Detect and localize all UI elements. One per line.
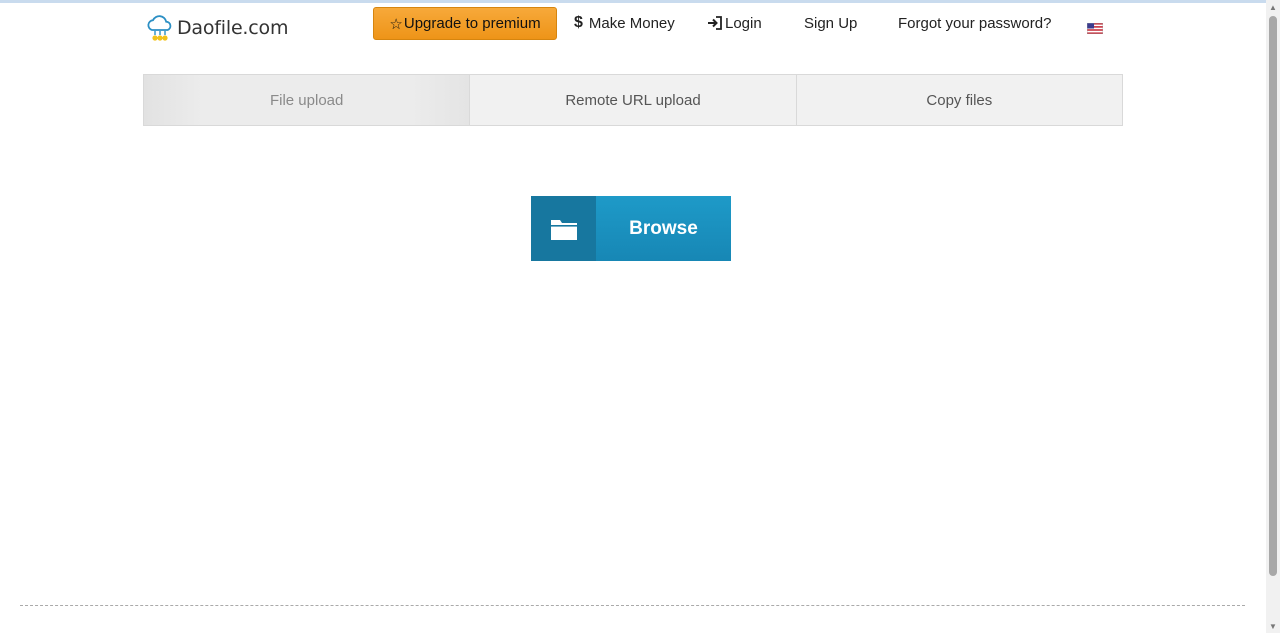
make-money-label: Make Money: [588, 14, 675, 32]
upload-tabs: File upload Remote URL upload Copy files: [143, 74, 1123, 126]
tab-file-upload[interactable]: File upload: [144, 75, 470, 125]
forgot-password-link[interactable]: Forgot your password?: [898, 13, 1051, 33]
tab-file-upload-label: File upload: [269, 91, 344, 109]
page: Daofile.com ☆ Upgrade to premium $ Make …: [0, 0, 1266, 633]
scroll-up-arrow-icon[interactable]: ▲: [1266, 0, 1280, 14]
tab-copy-files[interactable]: Copy files: [795, 75, 1122, 125]
scroll-down-arrow-icon[interactable]: ▼: [1266, 619, 1280, 633]
footer-divider: [20, 605, 1245, 606]
star-icon: ☆: [389, 15, 403, 33]
browse-icon-area: [531, 196, 596, 261]
signup-label: Sign Up: [804, 14, 858, 32]
top-accent-line: [0, 0, 1266, 3]
site-logo[interactable]: Daofile.com: [146, 12, 288, 44]
browse-label: Browse: [629, 217, 698, 239]
upgrade-premium-label: Upgrade to premium: [403, 15, 541, 32]
folder-icon: [550, 219, 577, 240]
cloud-logo-icon: [147, 15, 172, 41]
sign-in-icon: [708, 16, 722, 30]
upgrade-premium-button[interactable]: ☆ Upgrade to premium: [373, 7, 557, 40]
login-link[interactable]: Login: [707, 13, 762, 33]
vertical-scrollbar[interactable]: ▲ ▼: [1266, 0, 1280, 633]
signup-link[interactable]: Sign Up: [804, 13, 857, 33]
forgot-password-label: Forgot your password?: [898, 14, 1052, 32]
scrollbar-thumb[interactable]: [1269, 16, 1277, 576]
tab-copy-files-label: Copy files: [926, 91, 993, 109]
dollar-icon: $: [574, 14, 583, 31]
tab-remote-url-upload-label: Remote URL upload: [565, 91, 701, 109]
make-money-link[interactable]: $ Make Money: [574, 13, 675, 33]
login-label: Login: [725, 14, 762, 32]
browse-button[interactable]: Browse: [531, 196, 731, 261]
logo-text: Daofile.com: [177, 17, 289, 39]
us-flag-icon[interactable]: [1087, 23, 1103, 34]
tab-remote-url-upload[interactable]: Remote URL upload: [469, 75, 796, 125]
